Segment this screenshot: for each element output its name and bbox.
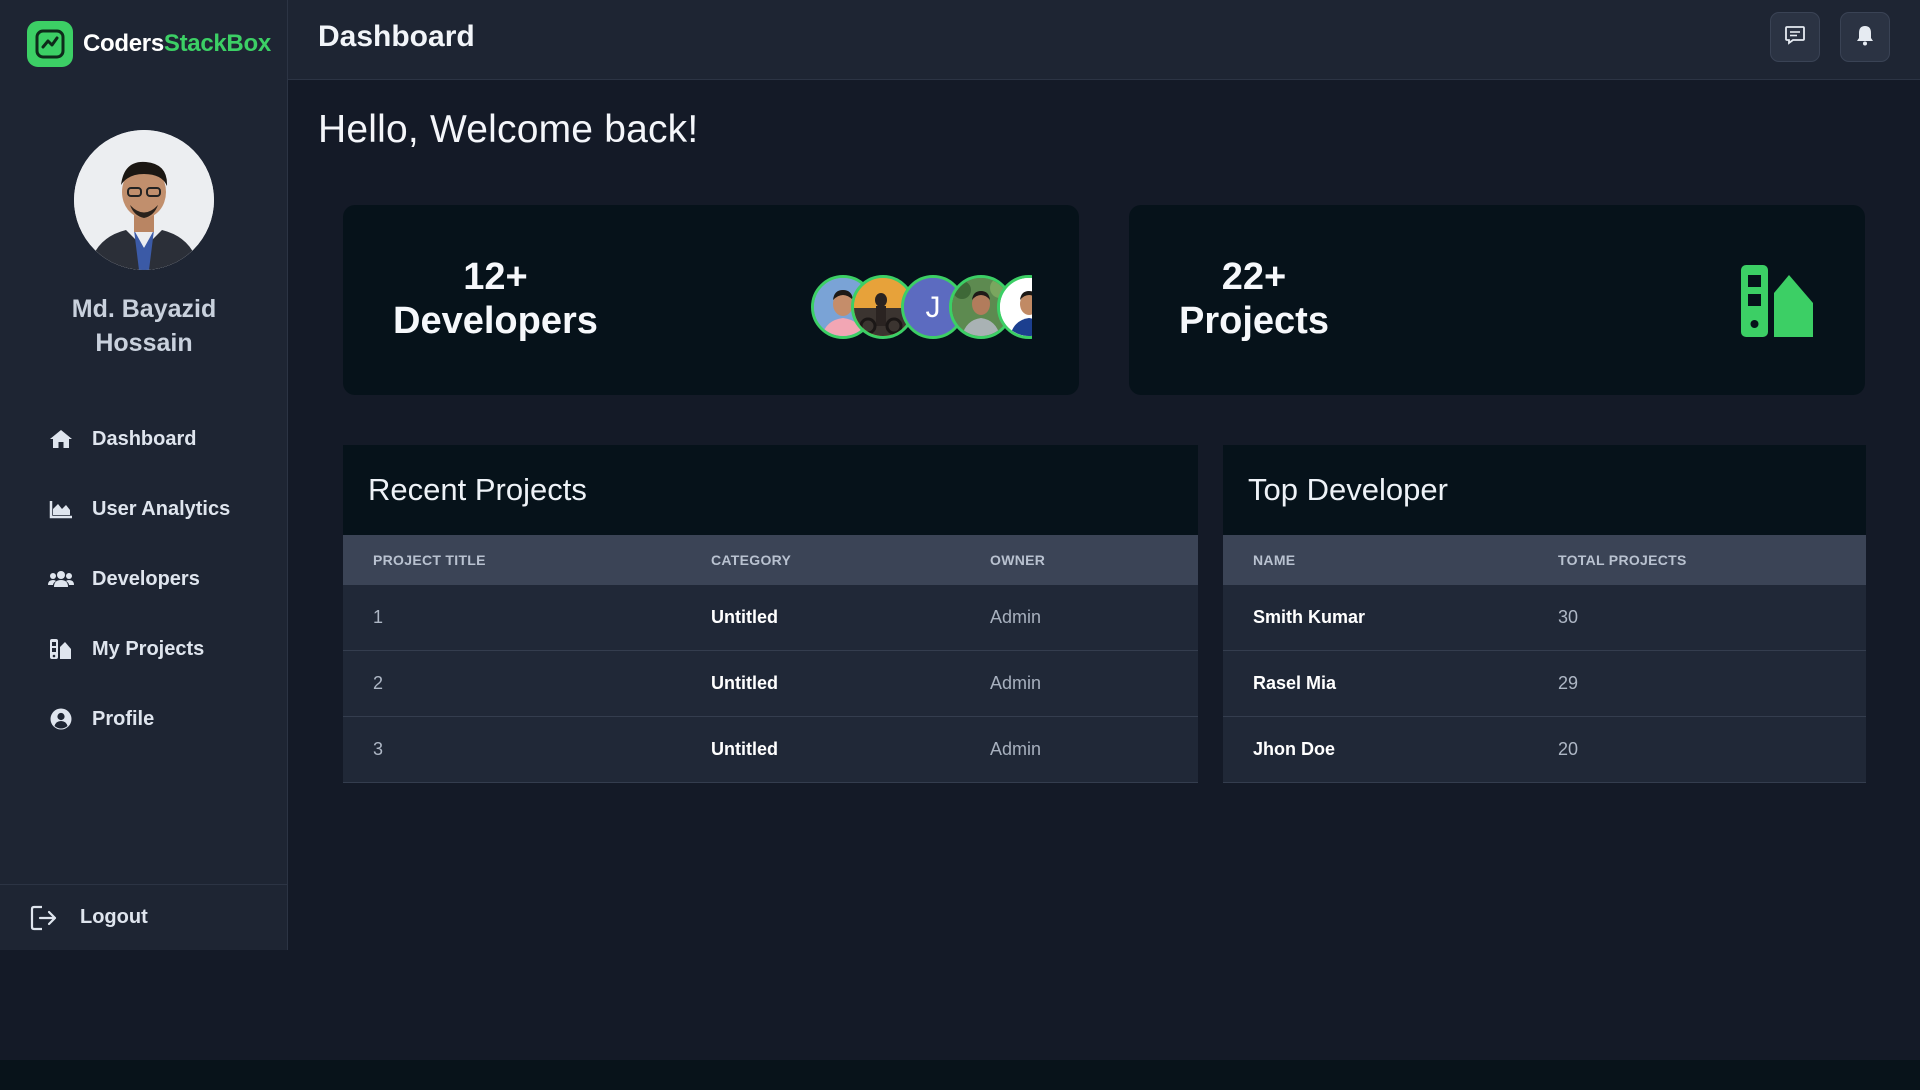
table-row[interactable]: Rasel Mia 29 [1223, 651, 1866, 717]
column-header: CATEGORY [711, 552, 792, 568]
sidebar-item-label: Developers [92, 567, 200, 590]
logo-icon [27, 21, 73, 67]
project-category: Untitled [711, 673, 778, 693]
projects-count: 22+ [1221, 256, 1287, 298]
home-icon [48, 428, 74, 450]
developer-project-count: 30 [1558, 607, 1579, 627]
project-id: 2 [373, 673, 384, 693]
messages-button[interactable] [1770, 12, 1820, 62]
developer-project-count: 29 [1558, 673, 1579, 693]
message-icon [1784, 24, 1806, 51]
table-row[interactable]: Jhon Doe 20 [1223, 717, 1866, 783]
developer-avatars: J [811, 275, 1032, 341]
welcome-heading: Hello, Welcome back! [318, 108, 699, 151]
projects-stat: 22+ Projects [1179, 255, 1329, 343]
table-row[interactable]: 3 Untitled Admin [343, 717, 1198, 783]
column-header: TOTAL PROJECTS [1558, 552, 1687, 568]
column-header: NAME [1253, 552, 1296, 568]
sidebar-nav: Dashboard User Analytics Developers My P… [0, 404, 288, 754]
user-circle-icon [48, 708, 74, 730]
developer-name: Smith Kumar [1253, 607, 1366, 627]
top-developer-title: Top Developer [1248, 472, 1448, 507]
topbar: Dashboard [288, 0, 1920, 80]
recent-projects-panel: Recent Projects PROJECT TITLE CATEGORY O… [343, 445, 1198, 783]
swatchbook-icon [48, 638, 74, 660]
project-category: Untitled [711, 739, 778, 759]
projects-stat-card[interactable]: 22+ Projects [1129, 205, 1865, 395]
sidebar-item-dashboard[interactable]: Dashboard [0, 404, 288, 474]
avatar-initial: J [926, 291, 941, 324]
project-category: Untitled [711, 607, 778, 627]
sidebar-item-profile[interactable]: Profile [0, 684, 288, 754]
sidebar-item-label: Profile [92, 707, 155, 730]
sidebar-item-label: User Analytics [92, 497, 231, 520]
table-row[interactable]: 2 Untitled Admin [343, 651, 1198, 717]
recent-projects-header: PROJECT TITLE CATEGORY OWNER [343, 535, 1198, 585]
sidebar-item-my-projects[interactable]: My Projects [0, 614, 288, 684]
notifications-button[interactable] [1840, 12, 1890, 62]
developers-stat-card[interactable]: 12+ Developers J [343, 205, 1079, 395]
user-name-line2: Hossain [95, 329, 193, 357]
top-developer-panel: Top Developer NAME TOTAL PROJECTS Smith … [1223, 445, 1866, 783]
logout-button[interactable]: Logout [0, 884, 288, 950]
developers-stat: 12+ Developers [393, 255, 598, 343]
project-owner: Admin [990, 673, 1042, 693]
column-header: OWNER [990, 552, 1046, 568]
swatchbook-icon [1739, 263, 1815, 344]
sidebar-item-developers[interactable]: Developers [0, 544, 288, 614]
page-title: Dashboard [318, 20, 475, 53]
area-chart-icon [48, 498, 74, 520]
developer-project-count: 20 [1558, 739, 1579, 759]
page-footer-strip [0, 1060, 1920, 1090]
developers-label: Developers [393, 300, 598, 342]
developers-count: 12+ [463, 256, 528, 298]
user-name: Md. Bayazid Hossain [0, 292, 288, 360]
project-id: 1 [373, 607, 384, 627]
user-name-line1: Md. Bayazid [71, 295, 217, 323]
sidebar-item-user-analytics[interactable]: User Analytics [0, 474, 288, 544]
recent-projects-title: Recent Projects [368, 472, 587, 507]
brand-name: CodersStackBox [83, 30, 271, 58]
sidebar-item-label: My Projects [92, 637, 205, 660]
brand-logo[interactable]: CodersStackBox [27, 21, 271, 67]
table-row[interactable]: 1 Untitled Admin [343, 585, 1198, 651]
developer-name: Jhon Doe [1253, 739, 1336, 759]
bell-icon [1855, 24, 1875, 51]
user-avatar[interactable] [74, 130, 214, 270]
developer-name: Rasel Mia [1253, 673, 1337, 693]
logout-label: Logout [80, 906, 148, 928]
sidebar: CodersStackBox Md. Bayazid Hossain Dashb… [0, 0, 288, 950]
project-id: 3 [373, 739, 384, 759]
sidebar-item-label: Dashboard [92, 427, 197, 450]
users-icon [48, 568, 74, 590]
brand-name-part1: Coders [83, 30, 164, 57]
projects-label: Projects [1179, 300, 1329, 342]
logout-icon [30, 905, 58, 931]
top-developer-header: NAME TOTAL PROJECTS [1223, 535, 1866, 585]
column-header: PROJECT TITLE [373, 552, 486, 568]
project-owner: Admin [990, 607, 1042, 627]
project-owner: Admin [990, 739, 1042, 759]
table-row[interactable]: Smith Kumar 30 [1223, 585, 1866, 651]
brand-name-part2: StackBox [163, 30, 271, 57]
